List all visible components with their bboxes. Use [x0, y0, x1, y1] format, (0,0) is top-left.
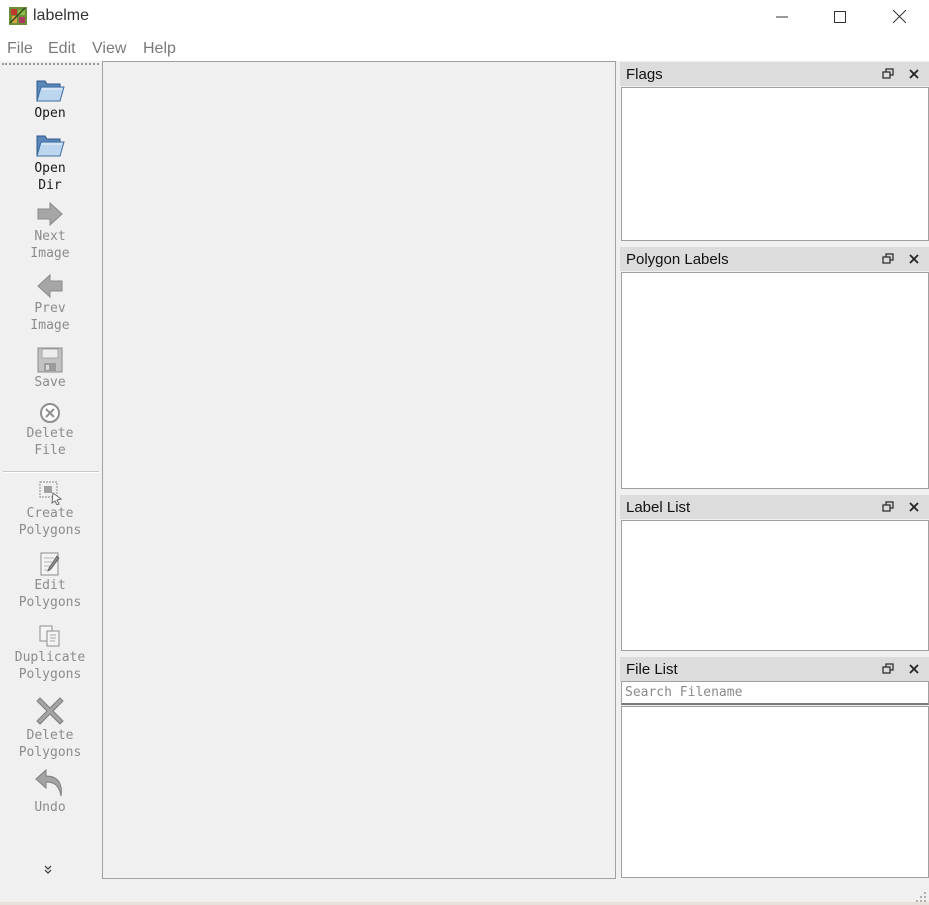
undo-button[interactable]: Undo [0, 767, 100, 816]
arrow-left-icon [37, 273, 63, 299]
duplicate-polygons-button[interactable]: Duplicate Polygons [0, 623, 100, 683]
menu-file[interactable]: File [7, 40, 33, 58]
delete-polygons-button[interactable]: Delete Polygons [0, 695, 100, 761]
flags-dock-title-bar[interactable]: Flags [620, 62, 929, 86]
duplicate-polygons-button-label: Duplicate Polygons [14, 650, 86, 682]
label-list[interactable] [621, 520, 929, 651]
menu-help[interactable]: Help [143, 40, 176, 58]
toolbar-grip-handle[interactable] [2, 63, 99, 65]
flags-dock-title: Flags [626, 66, 663, 83]
delete-file-button[interactable]: Delete File [0, 401, 100, 459]
window-title: labelme [33, 7, 90, 24]
polygon-labels-dock: Polygon Labels [620, 247, 929, 490]
menu-view[interactable]: View [92, 40, 126, 58]
folder-open-icon [36, 80, 65, 102]
delete-file-button-label: Delete File [26, 426, 74, 458]
label-list-dock-title-bar[interactable]: Label List [620, 495, 929, 519]
close-window-button[interactable] [870, 0, 928, 33]
floppy-disk-icon [37, 347, 63, 373]
next-image-button[interactable]: Next Image [0, 200, 100, 262]
open-button[interactable]: Open [0, 75, 100, 122]
delete-circle-icon [40, 403, 60, 423]
close-dock-icon[interactable] [908, 68, 920, 80]
create-polygons-button-label: Create Polygons [18, 506, 82, 538]
float-dock-icon[interactable] [882, 663, 894, 675]
search-filename-input[interactable] [621, 681, 929, 705]
undo-button-label: Undo [34, 800, 66, 815]
prev-image-button-label: Prev Image [30, 301, 70, 333]
flags-dock: Flags [620, 62, 929, 242]
menu-edit[interactable]: Edit [48, 40, 76, 58]
float-dock-icon[interactable] [882, 253, 894, 265]
close-dock-icon[interactable] [908, 501, 920, 513]
open-dir-button-label: Open Dir [34, 161, 66, 193]
float-dock-icon[interactable] [882, 68, 894, 80]
save-button-label: Save [34, 375, 66, 390]
delete-x-icon [36, 697, 64, 725]
edit-document-icon [40, 552, 60, 576]
label-list-dock: Label List [620, 495, 929, 652]
label-list-dock-title: Label List [626, 499, 691, 516]
flags-list[interactable] [621, 87, 929, 241]
float-dock-icon[interactable] [882, 501, 894, 513]
menu-bar: File Edit View Help [0, 33, 929, 61]
folder-open-icon [36, 135, 65, 157]
edit-polygons-button[interactable]: Edit Polygons [0, 551, 100, 611]
create-polygons-button[interactable]: Create Polygons [0, 479, 100, 539]
chevron-double-down-icon [44, 865, 52, 874]
undo-arrow-icon [35, 768, 62, 797]
toolbar-extension-button[interactable] [43, 865, 53, 878]
minimize-button[interactable] [753, 0, 811, 33]
polygon-labels-dock-title-bar[interactable]: Polygon Labels [620, 247, 929, 271]
image-canvas[interactable] [102, 61, 616, 879]
file-list-dock-title: File List [626, 661, 678, 678]
next-image-button-label: Next Image [30, 229, 70, 261]
edit-polygons-button-label: Edit Polygons [18, 578, 82, 610]
toolbar-separator [3, 471, 99, 473]
duplicate-icon [39, 625, 60, 647]
maximize-icon [834, 10, 846, 23]
title-bar: labelme [0, 0, 929, 33]
labelme-app-icon [9, 7, 27, 25]
close-dock-icon[interactable] [908, 663, 920, 675]
tools-toolbar: Open Open Dir Next Image Prev Image Save [0, 61, 101, 878]
open-button-label: Open [34, 106, 66, 121]
file-list[interactable] [621, 706, 929, 878]
polygon-labels-dock-title: Polygon Labels [626, 251, 729, 268]
arrow-right-icon [37, 201, 63, 227]
close-dock-icon[interactable] [908, 253, 920, 265]
close-icon [892, 10, 906, 23]
prev-image-button[interactable]: Prev Image [0, 272, 100, 334]
save-button[interactable]: Save [0, 346, 100, 391]
delete-polygons-button-label: Delete Polygons [18, 728, 82, 760]
create-polygon-icon [39, 481, 63, 505]
maximize-button[interactable] [811, 0, 869, 33]
file-list-dock: File List [620, 657, 929, 879]
open-dir-button[interactable]: Open Dir [0, 130, 100, 194]
polygon-labels-list[interactable] [621, 272, 929, 489]
minimize-icon [776, 16, 788, 17]
file-list-dock-title-bar[interactable]: File List [620, 657, 929, 681]
